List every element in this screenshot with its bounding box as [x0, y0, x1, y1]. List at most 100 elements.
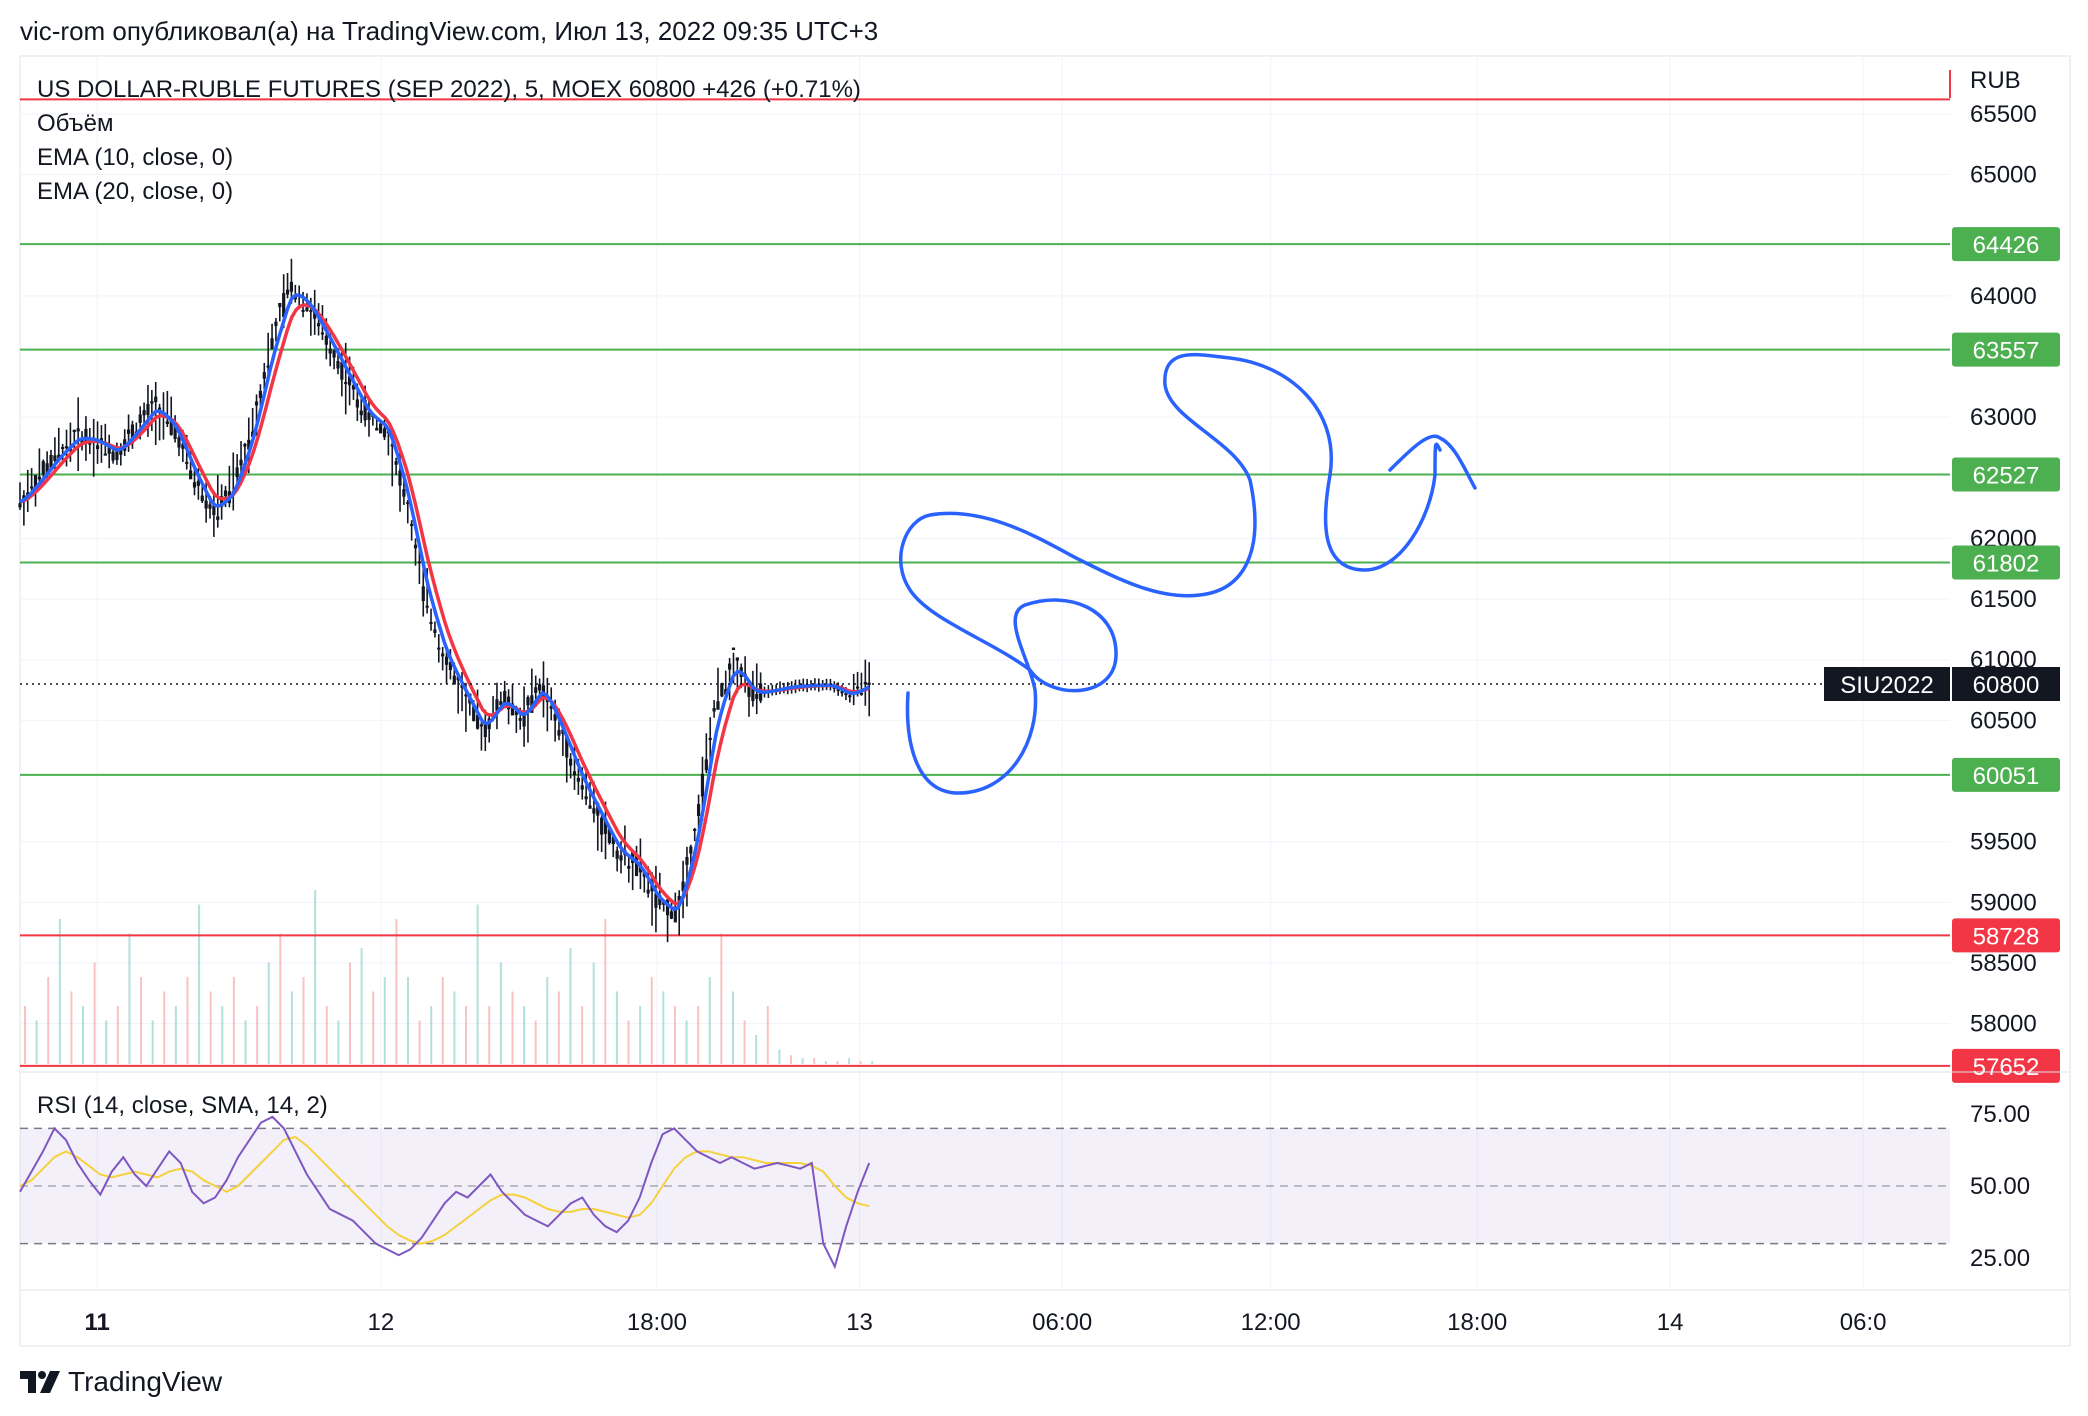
candle-body: [600, 817, 604, 835]
legend-volume[interactable]: Объём: [37, 110, 113, 138]
footer-logo[interactable]: TradingView: [20, 1366, 222, 1398]
volume-bar: [465, 1006, 468, 1064]
candle-body: [270, 338, 274, 350]
candles: [18, 258, 871, 943]
candle-body: [437, 647, 441, 650]
time-tick-label: 12:00: [1241, 1309, 1301, 1336]
rsi-axis[interactable]: 75.00 50.00 25.00: [1970, 1101, 2030, 1272]
price-tick-label: 65000: [1970, 162, 2037, 189]
candle-body: [72, 429, 76, 433]
volume-bar: [488, 1006, 491, 1064]
price-tick-label: 58000: [1970, 1011, 2037, 1038]
volume-bar: [511, 991, 514, 1064]
volume-bar: [128, 933, 131, 1064]
freehand-projection-drawing[interactable]: [899, 352, 1477, 795]
candle-body: [289, 281, 294, 292]
candle-body: [867, 682, 871, 685]
candle-body: [204, 500, 208, 509]
candle-body: [208, 504, 212, 509]
volume-bar: [813, 1058, 816, 1064]
candle-body: [696, 804, 701, 817]
candle-body: [848, 695, 852, 698]
volume-bar: [186, 977, 189, 1064]
volume-bar: [256, 1006, 259, 1064]
candle-body: [328, 348, 332, 354]
time-tick-label: 12: [368, 1309, 395, 1336]
volume-bar: [93, 962, 96, 1064]
volume-bar: [82, 1006, 85, 1064]
candle-body: [344, 381, 348, 385]
volume-bar: [232, 977, 235, 1064]
candle-body: [18, 503, 22, 508]
volume-bar: [116, 1006, 119, 1064]
candle-body: [355, 399, 359, 408]
time-axis[interactable]: 11 12 18:00 13 06:00 12:00 18:00 14 06:0: [85, 1309, 1887, 1336]
candle-body: [375, 427, 379, 431]
chart-canvas[interactable]: 6550065000640006300062000615006100060500…: [0, 0, 2088, 1416]
volume-bar: [755, 1035, 758, 1064]
candle-body: [720, 683, 724, 697]
price-tick-label: 63000: [1970, 404, 2037, 431]
volume-bar: [24, 1006, 26, 1064]
candle-body: [359, 410, 363, 416]
candle-body: [417, 561, 421, 564]
candle-body: [689, 846, 693, 854]
volume-bar: [766, 1006, 769, 1064]
candle-body: [592, 808, 596, 814]
price-tick-label: 61500: [1970, 586, 2037, 613]
candle-body: [95, 445, 100, 450]
candle-body: [410, 523, 414, 526]
candle-body: [165, 421, 169, 424]
tradingview-logo-icon: [20, 1371, 60, 1393]
candle-body: [755, 694, 759, 699]
volume-bar: [430, 1006, 433, 1064]
volume-bar: [279, 933, 282, 1064]
volume-histogram: [24, 890, 874, 1064]
volume-bar: [372, 991, 375, 1064]
candle-body: [258, 390, 263, 399]
price-tick-label: 65500: [1970, 101, 2037, 128]
rsi-tick-label: 75.00: [1970, 1101, 2030, 1128]
candle-body: [712, 708, 716, 712]
candle-body: [76, 428, 80, 432]
candle-body: [444, 656, 449, 665]
level-price-tag-text: 63557: [1973, 338, 2040, 365]
candle-body: [433, 629, 437, 633]
volume-bar: [70, 991, 73, 1064]
volume-bar: [523, 1006, 526, 1064]
candle-body: [111, 451, 115, 461]
volume-bar: [198, 904, 201, 1064]
time-tick-label: 13: [846, 1309, 873, 1336]
candle-body: [584, 796, 588, 800]
candle-body: [285, 289, 290, 295]
last-tag-symbol: SIU2022: [1840, 672, 1933, 699]
volume-bar: [639, 1006, 642, 1064]
volume-bar: [302, 977, 305, 1064]
candle-body: [572, 771, 577, 776]
volume-bar: [174, 1006, 177, 1064]
candle-body: [731, 647, 736, 651]
volume-bar: [581, 1006, 584, 1064]
time-tick-label: 18:00: [627, 1309, 687, 1336]
legend-ema-10[interactable]: EMA (10, close, 0): [37, 144, 233, 172]
volume-bar: [627, 1020, 630, 1064]
legend-rsi[interactable]: RSI (14, close, SMA, 14, 2): [37, 1092, 328, 1120]
candle-body: [429, 621, 433, 624]
candle-body: [855, 686, 860, 689]
volume-bar: [650, 977, 653, 1064]
candle-body: [142, 410, 146, 416]
candle-body: [309, 310, 313, 313]
volume-bar: [35, 1020, 38, 1064]
candle-body: [685, 857, 689, 865]
candle-body: [189, 470, 193, 480]
legend-ema-20[interactable]: EMA (20, close, 0): [37, 178, 233, 206]
candle-body: [693, 828, 697, 831]
legend-symbol-title[interactable]: US DOLLAR-RUBLE FUTURES (SEP 2022), 5, M…: [37, 76, 861, 104]
volume-bar: [151, 1020, 154, 1064]
horizontal-levels[interactable]: [20, 70, 1951, 1067]
candle-body: [382, 428, 387, 438]
time-tick-label: 06:00: [1032, 1309, 1092, 1336]
volume-bar: [720, 933, 723, 1064]
candle-body: [320, 332, 325, 335]
volume-bar: [58, 919, 61, 1064]
